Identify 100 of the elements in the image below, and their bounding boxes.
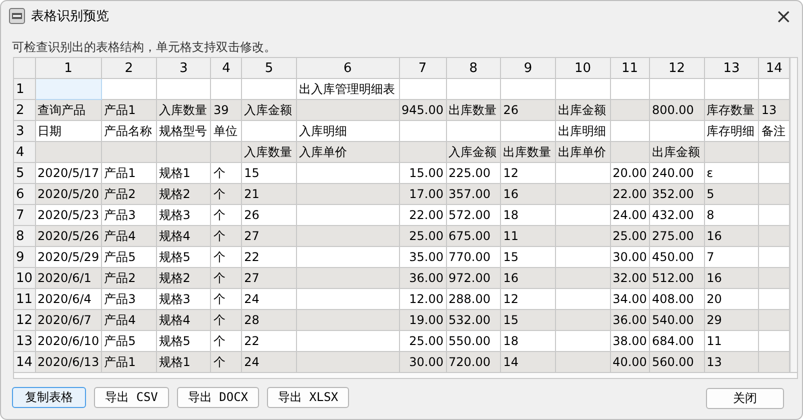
table-cell[interactable]: 产品4 [102,310,156,330]
table-cell[interactable]: 入库数量 [156,100,211,120]
dialog-button[interactable]: 导出 CSV [94,387,169,408]
table-cell[interactable]: 12 [500,162,556,184]
table-cell[interactable]: 7 [704,246,759,268]
table-cell[interactable]: 684.00 [649,330,704,352]
table-cell[interactable]: 14 [500,352,556,372]
table-cell[interactable]: 22.00 [610,184,650,204]
table-cell[interactable]: 17.00 [399,184,446,204]
table-cell[interactable]: 备注 [758,120,790,142]
table-cell[interactable]: 2020/6/13 [35,352,102,372]
table-cell[interactable]: 产品5 [102,330,156,352]
table-cell[interactable]: 408.00 [649,288,704,310]
dialog-button[interactable]: 复制表格 [12,387,86,408]
column-header[interactable]: 3 [156,58,211,78]
table-cell[interactable]: 25.00 [610,226,650,246]
table-cell[interactable]: 34.00 [610,288,650,310]
table-cell[interactable]: 入库金额 [242,100,296,120]
table-cell[interactable]: 产品3 [102,288,156,310]
table-cell[interactable]: 个 [210,330,242,352]
horizontal-scrollbar[interactable] [13,372,798,379]
table-cell[interactable]: 39 [210,100,242,120]
table-cell[interactable]: 18 [500,330,556,352]
row-header[interactable]: 5 [14,162,36,184]
table-cell[interactable]: 36.00 [610,310,650,330]
table-cell[interactable]: 查询产品 [35,100,102,120]
dialog-button[interactable]: 导出 XLSX [267,387,350,408]
table-cell[interactable]: 出库数量 [446,100,501,120]
row-header[interactable]: 14 [14,352,36,372]
table-cell[interactable]: 出库金额 [555,100,610,120]
table-cell[interactable]: 275.00 [649,226,704,246]
table-cell[interactable]: 22 [242,330,296,352]
table-cell[interactable]: 26 [500,100,556,120]
table-cell[interactable]: 11 [704,330,759,352]
table-cell[interactable]: 规格2 [156,268,211,288]
table-cell[interactable]: 2020/5/23 [35,204,102,226]
table-cell[interactable]: 675.00 [446,226,501,246]
table-cell[interactable]: ε [704,162,759,184]
row-header[interactable]: 2 [14,100,36,120]
table-cell[interactable]: 357.00 [446,184,501,204]
table-cell[interactable]: 512.00 [649,268,704,288]
table-cell[interactable]: 40.00 [610,352,650,372]
table-cell[interactable]: 规格3 [156,204,211,226]
table-cell[interactable]: 产品2 [102,184,156,204]
table-cell[interactable]: 2020/6/7 [35,310,102,330]
table-cell[interactable]: 22 [242,246,296,268]
row-header[interactable]: 3 [14,120,36,142]
table-cell[interactable]: 11 [500,226,556,246]
table-cell[interactable]: 2020/6/1 [35,268,102,288]
table-cell[interactable]: 库存数量 [704,100,759,120]
column-header[interactable]: 13 [704,58,759,78]
table-cell[interactable]: 产品1 [102,352,156,372]
table-cell[interactable]: 产品1 [102,100,156,120]
table-cell[interactable]: 450.00 [649,246,704,268]
table-cell[interactable]: 15.00 [399,162,446,184]
row-header[interactable]: 9 [14,246,36,268]
row-header[interactable]: 11 [14,288,36,310]
column-header[interactable]: 5 [242,58,296,78]
table-cell[interactable]: 240.00 [649,162,704,184]
table-cell[interactable]: 产品2 [102,268,156,288]
table-cell[interactable]: 27 [242,268,296,288]
table-cell[interactable]: 540.00 [649,310,704,330]
table-cell[interactable]: 16 [704,268,759,288]
table-cell[interactable]: 12.00 [399,288,446,310]
table-cell[interactable]: 规格5 [156,330,211,352]
table-cell[interactable]: 13 [758,100,790,120]
table-cell[interactable]: 2020/6/4 [35,288,102,310]
table-cell[interactable]: 16 [500,268,556,288]
table-cell[interactable]: 945.00 [399,100,446,120]
table-cell[interactable]: 产品4 [102,226,156,246]
table-cell[interactable]: 产品5 [102,246,156,268]
column-header[interactable]: 7 [399,58,446,78]
table-cell[interactable]: 24 [242,352,296,372]
table-cell[interactable]: 规格4 [156,310,211,330]
table-cell[interactable]: 个 [210,288,242,310]
table-cell[interactable]: 19.00 [399,310,446,330]
row-header[interactable]: 12 [14,310,36,330]
table-cell[interactable]: 出库明细 [555,120,610,142]
table-cell[interactable]: 8 [704,204,759,226]
table-cell[interactable]: 720.00 [446,352,501,372]
table-cell[interactable]: 16 [704,226,759,246]
table-cell[interactable]: 20 [704,288,759,310]
table-cell[interactable]: 770.00 [446,246,501,268]
table-cell[interactable]: 972.00 [446,268,501,288]
table-cell[interactable]: 单位 [210,120,242,142]
table-cell[interactable]: 出库金额 [649,142,704,162]
table-cell[interactable]: 个 [210,310,242,330]
table-cell[interactable]: 规格1 [156,352,211,372]
table-cell[interactable]: 2020/6/10 [35,330,102,352]
table-cell[interactable]: 规格型号 [156,120,211,142]
table-cell[interactable]: 2020/5/17 [35,162,102,184]
column-header[interactable]: 10 [555,58,610,78]
table-cell[interactable]: 个 [210,352,242,372]
table-cell[interactable]: 13 [704,352,759,372]
table-cell[interactable]: 25.00 [399,330,446,352]
row-header[interactable]: 10 [14,268,36,288]
table-cell[interactable]: 规格4 [156,226,211,246]
column-header[interactable]: 4 [210,58,242,78]
table-cell[interactable]: 24.00 [610,204,650,226]
table-cell[interactable]: 572.00 [446,204,501,226]
